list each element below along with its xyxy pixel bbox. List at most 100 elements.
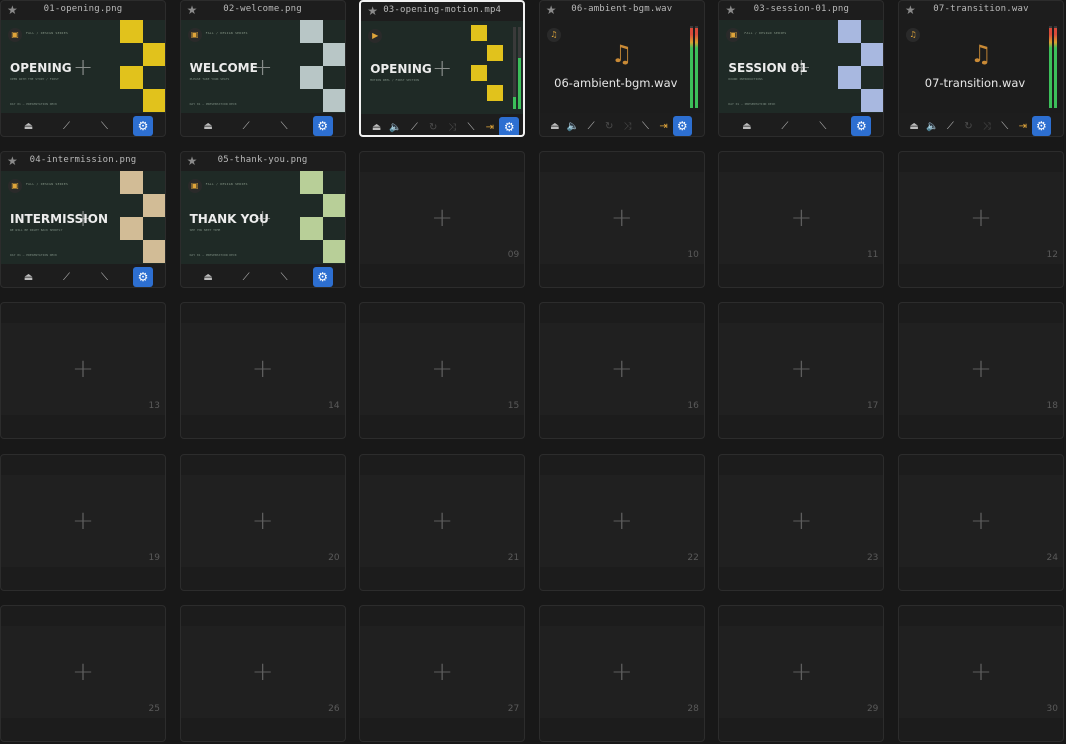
slot-empty[interactable]: +25 bbox=[0, 604, 166, 742]
slot-empty[interactable]: +12 bbox=[898, 151, 1064, 289]
slot-filled[interactable]: ★ 05-thank-you.png ▣ FALL / DESIGN SERIES TH… bbox=[179, 151, 346, 289]
slot-filled[interactable]: ★ 02-welcome.png ▣ FALL / DESIGN SERIES WELC… bbox=[179, 0, 346, 137]
add-icon[interactable]: + bbox=[1, 475, 165, 567]
eject-icon[interactable]: ⏏ bbox=[546, 121, 564, 132]
add-icon[interactable]: + bbox=[1, 20, 165, 113]
fade-in-icon[interactable]: ⟋ bbox=[775, 121, 794, 132]
slot-filled[interactable]: ★ 03-opening-motion.mp4 ▶ OPENING MOTION REE… bbox=[359, 0, 526, 137]
add-icon[interactable]: + bbox=[899, 172, 1063, 264]
slot-empty[interactable]: +27 bbox=[359, 604, 526, 742]
add-icon[interactable]: + bbox=[181, 475, 345, 567]
slot-filled[interactable]: ★ 03-session-01.png ▣ FALL / DESIGN SERIES S… bbox=[718, 0, 885, 137]
fade-out-icon[interactable]: ⟍ bbox=[462, 122, 481, 133]
slot-empty[interactable]: +17 bbox=[718, 302, 885, 440]
slot-thumbnail[interactable]: ▣ FALL / DESIGN SERIES INTERMISSION WE WILL… bbox=[1, 171, 165, 265]
add-icon[interactable]: + bbox=[360, 172, 524, 264]
volume-icon[interactable]: 🔈 bbox=[386, 122, 405, 133]
add-icon[interactable]: + bbox=[540, 475, 704, 567]
next-icon[interactable]: ⇥ bbox=[1014, 121, 1032, 132]
slot-empty[interactable]: +24 bbox=[898, 453, 1064, 591]
slot-thumbnail[interactable]: ♫ ♫ 07-transition.wav bbox=[899, 20, 1063, 113]
add-icon[interactable]: + bbox=[1, 323, 165, 415]
slot-empty[interactable]: +09 bbox=[359, 151, 526, 289]
add-icon[interactable]: + bbox=[360, 475, 524, 567]
fade-in-icon[interactable]: ⟋ bbox=[57, 272, 76, 283]
slot-empty[interactable]: +28 bbox=[538, 604, 705, 742]
fade-out-icon[interactable]: ⟍ bbox=[636, 121, 654, 132]
slot-thumbnail[interactable]: ▣ FALL / DESIGN SERIES WELCOME PLEASE TAKE … bbox=[180, 20, 345, 113]
slot-empty[interactable]: +13 bbox=[0, 302, 166, 440]
add-icon[interactable]: + bbox=[719, 172, 883, 264]
slot-empty[interactable]: +29 bbox=[718, 604, 885, 742]
fade-out-icon[interactable]: ⟍ bbox=[95, 121, 114, 132]
add-icon[interactable]: + bbox=[1, 626, 165, 718]
slot-empty[interactable]: +14 bbox=[179, 302, 346, 440]
eject-icon[interactable]: ⏏ bbox=[737, 121, 756, 132]
fade-in-icon[interactable]: ⟋ bbox=[237, 121, 256, 132]
add-icon[interactable]: + bbox=[181, 171, 345, 264]
fade-in-icon[interactable]: ⟋ bbox=[941, 121, 959, 132]
loop-icon[interactable]: ↻ bbox=[959, 121, 977, 132]
slot-filled[interactable]: ★ 06-ambient-bgm.wav ♫ ♫ 06-ambient-bgm.wav ⏏… bbox=[538, 0, 705, 137]
slot-thumbnail[interactable]: ▣ FALL / DESIGN SERIES THANK YOU SEE YOU NE… bbox=[180, 171, 345, 265]
add-icon[interactable]: + bbox=[719, 20, 883, 113]
slot-empty[interactable]: +19 bbox=[0, 453, 166, 591]
eject-icon[interactable]: ⏏ bbox=[19, 121, 38, 132]
settings-gear-button[interactable]: ⚙ bbox=[499, 117, 520, 135]
add-icon[interactable]: + bbox=[899, 323, 1063, 415]
fade-out-icon[interactable]: ⟍ bbox=[275, 272, 294, 283]
add-icon[interactable]: + bbox=[719, 626, 883, 718]
add-icon[interactable]: + bbox=[540, 172, 704, 264]
fade-in-icon[interactable]: ⟋ bbox=[57, 121, 76, 132]
fade-out-icon[interactable]: ⟍ bbox=[813, 121, 832, 132]
eject-icon[interactable]: ⏏ bbox=[19, 272, 38, 283]
loop-icon[interactable]: ↻ bbox=[600, 121, 618, 132]
slot-empty[interactable]: +18 bbox=[898, 302, 1064, 440]
add-icon[interactable]: + bbox=[360, 626, 524, 718]
eject-icon[interactable]: ⏏ bbox=[905, 121, 923, 132]
fade-in-icon[interactable]: ⟋ bbox=[237, 272, 256, 283]
next-icon[interactable]: ⇥ bbox=[655, 121, 673, 132]
eject-icon[interactable]: ⏏ bbox=[367, 122, 386, 133]
add-icon[interactable]: + bbox=[360, 323, 524, 415]
slot-filled[interactable]: ★ 04-intermission.png ▣ FALL / DESIGN SERIE… bbox=[0, 151, 166, 289]
add-icon[interactable]: + bbox=[719, 475, 883, 567]
add-icon[interactable]: + bbox=[899, 626, 1063, 718]
slot-empty[interactable]: +26 bbox=[179, 604, 346, 742]
settings-gear-button[interactable]: ⚙ bbox=[1031, 116, 1051, 136]
fade-in-icon[interactable]: ⟋ bbox=[582, 121, 600, 132]
loop-icon[interactable]: ↻ bbox=[424, 122, 443, 133]
slot-thumbnail[interactable]: ▶ OPENING MOTION REEL / FIRST SECTION + bbox=[361, 21, 524, 114]
fade-out-icon[interactable]: ⟍ bbox=[996, 121, 1014, 132]
settings-gear-button[interactable]: ⚙ bbox=[312, 267, 333, 288]
add-icon[interactable]: + bbox=[899, 475, 1063, 567]
volume-icon[interactable]: 🔈 bbox=[564, 121, 582, 132]
settings-gear-button[interactable]: ⚙ bbox=[672, 116, 692, 136]
slot-empty[interactable]: +11 bbox=[718, 151, 885, 289]
settings-gear-button[interactable]: ⚙ bbox=[133, 116, 153, 136]
add-icon[interactable]: + bbox=[1, 171, 165, 264]
slot-empty[interactable]: +15 bbox=[359, 302, 526, 440]
fade-out-icon[interactable]: ⟍ bbox=[95, 272, 114, 283]
slot-empty[interactable]: +21 bbox=[359, 453, 526, 591]
slot-empty[interactable]: +22 bbox=[538, 453, 705, 591]
eject-icon[interactable]: ⏏ bbox=[199, 272, 218, 283]
shuffle-icon[interactable]: ⤨ bbox=[978, 121, 996, 132]
settings-gear-button[interactable]: ⚙ bbox=[851, 116, 872, 136]
slot-empty[interactable]: +20 bbox=[179, 453, 346, 591]
settings-gear-button[interactable]: ⚙ bbox=[133, 267, 153, 288]
slot-empty[interactable]: +30 bbox=[898, 604, 1064, 742]
add-icon[interactable]: + bbox=[361, 21, 523, 114]
fade-in-icon[interactable]: ⟋ bbox=[405, 122, 424, 133]
next-icon[interactable]: ⇥ bbox=[480, 122, 499, 133]
add-icon[interactable]: + bbox=[181, 20, 345, 113]
add-icon[interactable]: + bbox=[719, 323, 883, 415]
slot-empty[interactable]: +23 bbox=[718, 453, 885, 591]
slot-filled[interactable]: ★ 07-transition.wav ♫ ♫ 07-transition.wav ⏏ 🔈 ⟋… bbox=[898, 0, 1064, 137]
slot-empty[interactable]: +10 bbox=[538, 151, 705, 289]
slot-empty[interactable]: +16 bbox=[538, 302, 705, 440]
add-icon[interactable]: + bbox=[181, 323, 345, 415]
shuffle-icon[interactable]: ⤨ bbox=[618, 121, 636, 132]
slot-thumbnail[interactable]: ▣ FALL / DESIGN SERIES OPENING OPEN WITH TH… bbox=[1, 20, 165, 113]
slot-thumbnail[interactable]: ♫ ♫ 06-ambient-bgm.wav bbox=[539, 20, 704, 113]
